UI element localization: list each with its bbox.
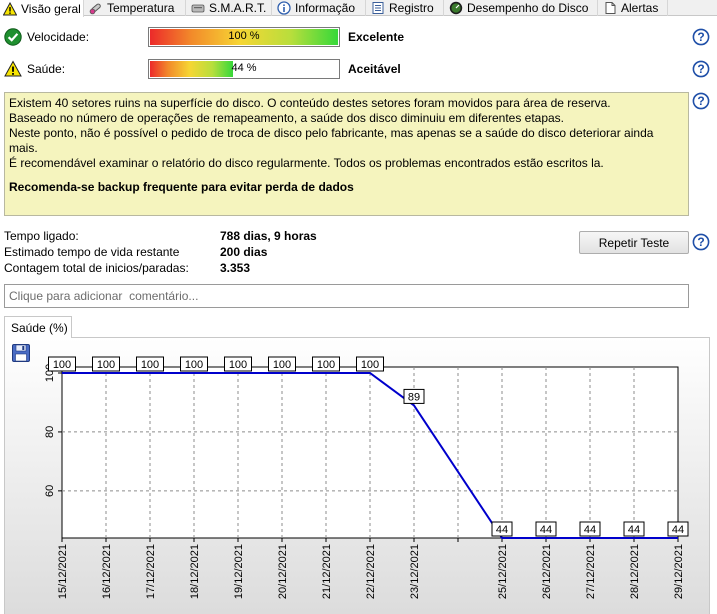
data-label: 44 bbox=[540, 524, 552, 536]
health-chart: 60 80 100 15/12/2021 16/12/2021 17/12/2021 18/… bbox=[44, 356, 689, 599]
x-tick-label: 16/12/2021 bbox=[101, 544, 113, 599]
x-tick-label: 28/12/2021 bbox=[629, 544, 641, 599]
data-label: 100 bbox=[229, 359, 247, 371]
x-tick-label: 25/12/2021 bbox=[497, 544, 509, 599]
x-tick-label: 26/12/2021 bbox=[541, 544, 553, 599]
x-tick-label: 17/12/2021 bbox=[145, 544, 157, 599]
data-label: 44 bbox=[672, 524, 684, 536]
data-label: 100 bbox=[97, 359, 115, 371]
data-label: 44 bbox=[496, 524, 508, 536]
data-label: 100 bbox=[185, 359, 203, 371]
x-tick-label: 29/12/2021 bbox=[673, 544, 685, 599]
x-tick-label: 20/12/2021 bbox=[277, 544, 289, 599]
save-icon[interactable] bbox=[11, 343, 31, 363]
x-tick-label: 18/12/2021 bbox=[189, 544, 201, 599]
x-tick-label: 19/12/2021 bbox=[233, 544, 245, 599]
data-label: 100 bbox=[273, 359, 291, 371]
data-label: 89 bbox=[408, 391, 420, 403]
x-tick-label: 22/12/2021 bbox=[365, 544, 377, 599]
y-tick-label: 60 bbox=[44, 485, 56, 497]
x-tick-label: 27/12/2021 bbox=[585, 544, 597, 599]
data-label: 44 bbox=[628, 524, 640, 536]
data-label: 100 bbox=[141, 359, 159, 371]
data-label: 100 bbox=[361, 359, 379, 371]
data-label: 100 bbox=[53, 359, 71, 371]
x-tick-label: 21/12/2021 bbox=[321, 544, 333, 599]
tab-health-chart[interactable]: Saúde (%) bbox=[4, 316, 72, 338]
x-tick-label: 23/12/2021 bbox=[409, 544, 421, 599]
data-label: 44 bbox=[584, 524, 596, 536]
x-tick-label: 15/12/2021 bbox=[57, 544, 69, 599]
y-tick-label: 80 bbox=[44, 426, 56, 438]
data-label: 100 bbox=[317, 359, 335, 371]
